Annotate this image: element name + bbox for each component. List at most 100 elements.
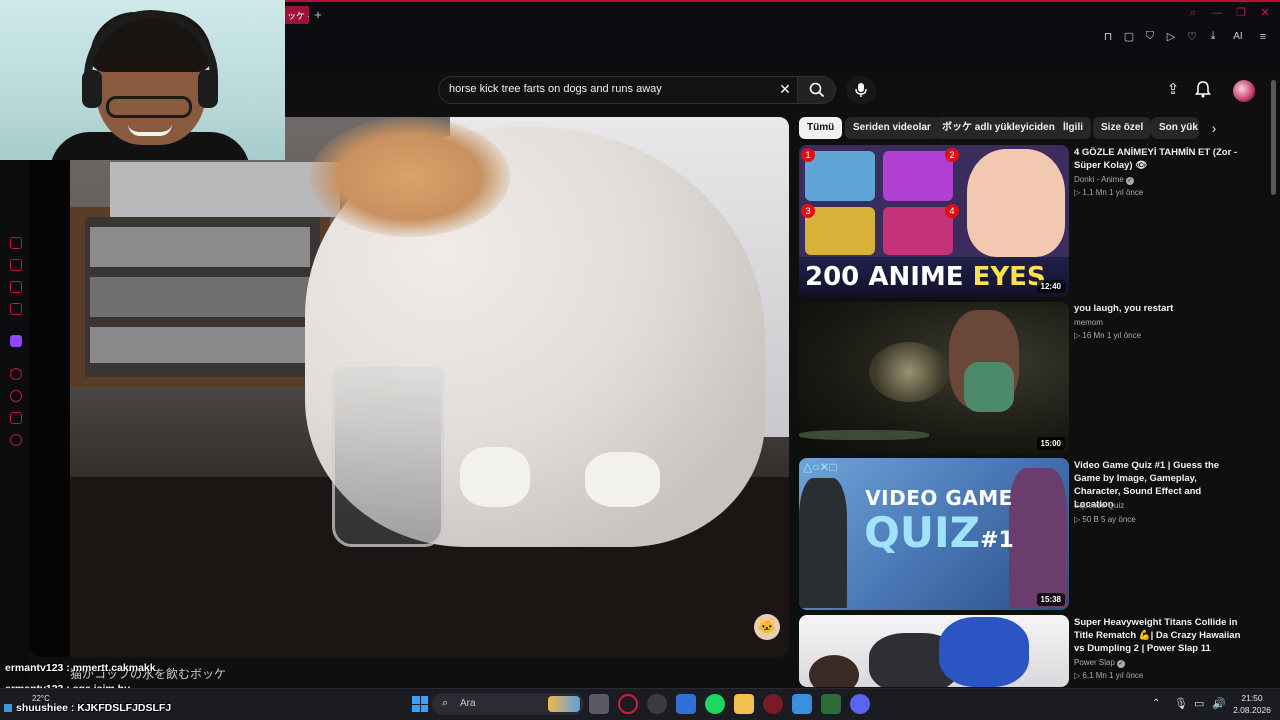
mic-icon — [855, 83, 867, 97]
chip-all[interactable]: Tümü — [799, 117, 843, 139]
mic-icon[interactable]: 🎙 — [1174, 697, 1188, 710]
bell-icon — [1195, 81, 1211, 98]
app-icon[interactable] — [792, 694, 812, 714]
anime-eye-image — [883, 207, 953, 255]
search-button[interactable] — [798, 76, 836, 104]
sidebar-messenger-icon[interactable] — [10, 303, 22, 315]
chip-related[interactable]: İlgili — [1055, 117, 1091, 139]
close-icon[interactable]: ✕ — [1258, 6, 1272, 20]
rec-title-4[interactable]: Super Heavyweight Titans Collide in Titl… — [1074, 616, 1242, 655]
download-icon[interactable]: ⤓ — [1206, 30, 1220, 43]
webcam-glasses — [106, 96, 192, 118]
rec-meta-2: ▷ 16 Mn 1 yıl önce — [1074, 331, 1142, 340]
windows-start-icon[interactable] — [410, 694, 430, 714]
video-device — [90, 327, 310, 363]
chevron-right-icon[interactable]: › — [1204, 117, 1224, 139]
thumbnail-text-line: QUIZ#1 — [839, 510, 1039, 564]
heart-icon[interactable]: ♡ — [1185, 30, 1199, 43]
search-icon — [809, 82, 824, 98]
chip-recent[interactable]: Son yük — [1151, 117, 1199, 139]
rec-meta-3: ▷ 50 B 5 ay önce — [1074, 515, 1136, 524]
search-icon: ⌕ — [442, 697, 449, 709]
rec-thumbnail-2[interactable]: 15:00 — [799, 302, 1069, 454]
headset-earcup — [82, 70, 102, 108]
volume-icon[interactable]: 🔊 — [1212, 697, 1226, 710]
thumbnail-text: 200 ANIME EYES — [799, 257, 1069, 297]
display-icon[interactable]: ▭ — [1194, 697, 1204, 710]
taskbar-search-text[interactable]: Ara — [460, 698, 476, 709]
clock-date: 2.08.2026 — [1233, 705, 1271, 715]
notifications-button[interactable] — [1195, 80, 1215, 100]
minimize-icon[interactable]: — — [1210, 6, 1224, 20]
number-badge: 1 — [801, 148, 815, 162]
discord-icon[interactable] — [850, 694, 870, 714]
chip-uploader[interactable]: ボッケ adlı yükleyiciden — [934, 117, 1063, 139]
anime-eye-image — [805, 151, 875, 201]
chip-for-you[interactable]: Size özel — [1093, 117, 1152, 139]
channel-name[interactable]: Donki - Anime — [1074, 175, 1124, 184]
rec-title-2[interactable]: you laugh, you restart — [1074, 302, 1242, 315]
app-icon[interactable] — [647, 694, 667, 714]
cat-emoji-icon[interactable]: 🐱 — [754, 614, 780, 640]
chevron-up-icon[interactable]: ⌃ — [1152, 698, 1160, 709]
pin-icon[interactable]: ⊓ — [1101, 30, 1115, 43]
sidebar-extensions-icon[interactable] — [10, 412, 22, 424]
app-icon[interactable] — [763, 694, 783, 714]
webcam-smile — [128, 124, 172, 136]
scrollbar-thumb[interactable] — [1271, 80, 1276, 195]
channel-name[interactable]: Power Slap — [1074, 658, 1115, 667]
browser-tab[interactable]: ッケ - — [285, 6, 309, 24]
rec-channel-1[interactable]: Donki - Anime ✓ — [1074, 175, 1134, 185]
weather-widget[interactable]: 22°C — [32, 694, 50, 703]
video-duration: 15:00 — [1036, 437, 1065, 450]
play-icon[interactable]: ▷ — [1164, 30, 1178, 43]
thumbnail-text-part: QUIZ — [864, 508, 981, 557]
store-icon[interactable] — [676, 694, 696, 714]
opera-gx-icon[interactable] — [618, 694, 638, 714]
rec-channel-3[interactable]: Squeeze Quiz — [1074, 501, 1124, 510]
video-cat-paw — [460, 447, 530, 507]
search-query[interactable]: horse kick tree farts on dogs and runs a… — [449, 83, 662, 95]
menu-icon[interactable]: ≡ — [1256, 31, 1270, 43]
video-player[interactable] — [30, 117, 789, 657]
chat-message: ermantv123 : mmertt.cakmakk — [5, 662, 156, 674]
widget-icon[interactable] — [4, 704, 12, 712]
sidebar-chat-icon[interactable] — [10, 281, 22, 293]
taskbar — [0, 688, 1280, 720]
rec-thumbnail-3[interactable]: △○✕□ VIDEO GAME QUIZ#1 15:38 — [799, 458, 1069, 610]
app-icon[interactable] — [821, 694, 841, 714]
rec-thumbnail-4[interactable] — [799, 615, 1069, 687]
sidebar-bag-icon[interactable] — [10, 259, 22, 271]
video-duration: 15:38 — [1036, 593, 1065, 606]
rec-channel-4[interactable]: Power Slap ✓ — [1074, 658, 1125, 668]
sidebar-play-icon[interactable] — [10, 368, 22, 380]
sidebar-clock-icon[interactable] — [10, 237, 22, 249]
clear-search-icon[interactable]: ✕ — [776, 80, 794, 98]
chip-series[interactable]: Seriden videolar — [845, 117, 939, 139]
screenshot-icon[interactable]: ▢ — [1122, 30, 1136, 43]
ai-button[interactable]: AI — [1227, 31, 1249, 42]
rec-title-1[interactable]: 4 GÖZLE ANİMEYİ TAHMİN ET (Zor - Süper K… — [1074, 146, 1242, 172]
browser-toolbar: ⊓ ▢ ⛉ ▷ ♡ ⤓ AI ≡ — [1101, 30, 1270, 43]
rec-thumbnail-1[interactable]: 1 2 3 4 200 ANIME EYES 12:40 — [799, 145, 1069, 297]
search-tabs-icon[interactable]: ⌕ — [1186, 6, 1200, 20]
search-highlight-image — [548, 696, 580, 712]
shield-icon[interactable]: ⛉ — [1143, 30, 1157, 43]
avatar[interactable] — [1233, 80, 1255, 102]
video-device — [110, 162, 340, 217]
sidebar-settings-icon[interactable] — [10, 434, 22, 446]
sidebar-twitch-icon[interactable] — [10, 335, 22, 347]
task-view-icon[interactable] — [589, 694, 609, 714]
new-tab-button[interactable]: + — [311, 6, 325, 24]
upload-icon[interactable]: ⇪ — [1163, 80, 1183, 100]
anime-character-image — [967, 149, 1065, 257]
webcam-overlay — [0, 0, 285, 160]
video-cat-patch — [310, 117, 510, 237]
file-explorer-icon[interactable] — [734, 694, 754, 714]
rec-channel-2[interactable]: memom — [1074, 318, 1103, 327]
spotify-icon[interactable] — [705, 694, 725, 714]
taskbar-clock[interactable]: 21:50 2.08.2026 — [1232, 692, 1272, 716]
sidebar-history-icon[interactable] — [10, 390, 22, 402]
maximize-icon[interactable]: ❐ — [1234, 6, 1248, 20]
voice-search-button[interactable] — [846, 76, 876, 104]
